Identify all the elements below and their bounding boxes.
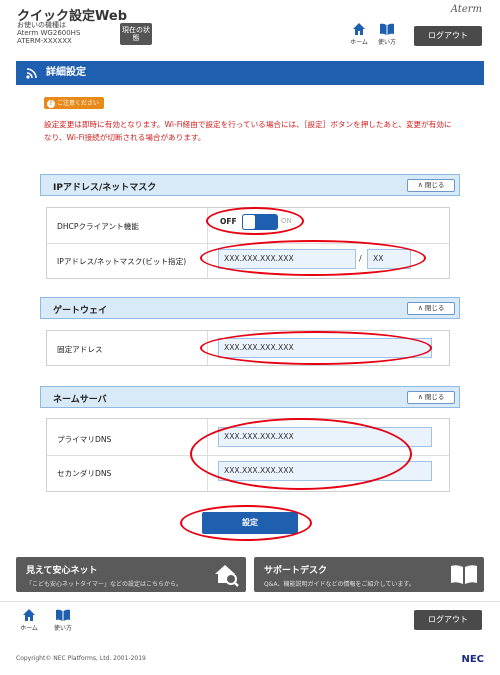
section-header-dns: ネームサーバ ∧ 閉じる — [40, 386, 460, 408]
book-icon — [451, 565, 477, 584]
footer-logout-button[interactable]: ログアウト — [414, 610, 482, 630]
help-button[interactable]: 使い方 — [374, 22, 400, 50]
dhcp-toggle[interactable]: OFF ON — [218, 212, 300, 232]
toggle-off-label: OFF — [220, 217, 237, 226]
home-button[interactable]: ホーム — [346, 22, 372, 50]
notice: ! ご注意ください 設定変更は即時に有効となります。Wi-Fi経由で設定を行ってい… — [44, 97, 458, 144]
device-model: Aterm WG2600HS — [17, 29, 81, 37]
book-icon — [380, 23, 394, 35]
chevron-up-icon: ∧ — [417, 181, 423, 189]
device-label: お使いの機種は — [17, 21, 66, 29]
book-icon — [56, 609, 70, 621]
netmask-input[interactable]: XX — [367, 249, 411, 269]
net-banner[interactable]: 見えて安心ネット 「こども安心ネットタイマー」などの設定はこちらから。 — [16, 557, 246, 592]
support-banner-title: サポートデスク — [264, 566, 328, 576]
close-button-gateway[interactable]: ∧ 閉じる — [407, 302, 455, 315]
support-banner[interactable]: サポートデスク Q&A、機能説明ガイドなどの情報をご紹介しています。 — [254, 557, 484, 592]
secondary-dns-label: セカンダリDNS — [57, 469, 112, 478]
net-banner-title: 見えて安心ネット — [26, 566, 98, 576]
section-title-ip: IPアドレス/ネットマスク — [53, 183, 157, 193]
page-title-bar: 詳細設定 — [16, 61, 484, 85]
home-search-icon — [215, 565, 239, 587]
warning-icon: ! — [47, 100, 55, 108]
help-label: 使い方 — [377, 39, 396, 46]
section-title-gateway: ゲートウェイ — [53, 306, 108, 316]
submit-button[interactable]: 設定 — [202, 512, 298, 534]
ip-address-input[interactable]: XXX.XXX.XXX.XXX — [218, 249, 356, 269]
section-header-ip: IPアドレス/ネットマスク ∧ 閉じる — [40, 174, 460, 196]
close-label: 閉じる — [424, 181, 445, 189]
nec-logo: NEC — [461, 654, 484, 665]
page-title: 詳細設定 — [46, 67, 86, 78]
gateway-address-input[interactable]: XXX.XXX.XXX.XXX — [218, 338, 432, 358]
logout-button[interactable]: ログアウト — [414, 26, 482, 46]
device-id: ATERM-XXXXXX — [17, 37, 72, 45]
net-banner-sub: 「こども安心ネットタイマー」などの設定はこちらから。 — [26, 581, 183, 588]
close-button-dns[interactable]: ∧ 閉じる — [407, 391, 455, 404]
support-banner-sub: Q&A、機能説明ガイドなどの情報をご紹介しています。 — [264, 581, 415, 588]
column-divider — [207, 331, 208, 365]
ip-label: IPアドレス/ネットマスク(ビット指定) — [57, 257, 187, 266]
mask-separator: / — [359, 254, 362, 263]
toggle-knob — [242, 214, 256, 230]
section-title-dns: ネームサーバ — [53, 395, 107, 405]
section-header-gateway: ゲートウェイ ∧ 閉じる — [40, 297, 460, 319]
footer-home-button[interactable]: ホーム — [16, 608, 42, 636]
notice-badge: ! ご注意ください — [44, 97, 105, 109]
brand-logo: Aterm — [450, 4, 482, 15]
footer-home-label: ホーム — [20, 625, 38, 632]
footer-help-label: 使い方 — [53, 625, 72, 632]
primary-dns-input[interactable]: XXX.XXX.XXX.XXX — [218, 427, 432, 447]
header: クイック設定Web お使いの機種は Aterm WG2600HS ATERM-X… — [0, 0, 500, 52]
row-divider — [47, 243, 449, 244]
footer-help-button[interactable]: 使い方 — [50, 608, 76, 636]
close-button-ip[interactable]: ∧ 閉じる — [407, 179, 455, 192]
notice-text: 設定変更は即時に有効となります。Wi-Fi経由で設定を行っている場合には、［設定… — [44, 120, 452, 142]
primary-dns-label: プライマリDNS — [57, 435, 112, 444]
home-icon — [353, 23, 365, 35]
row-divider — [47, 455, 449, 456]
home-label: ホーム — [350, 39, 368, 46]
chevron-up-icon: ∧ — [417, 304, 423, 312]
status-button[interactable]: 現在の状態 — [120, 23, 152, 45]
notice-badge-label: ご注意ください — [57, 100, 100, 107]
secondary-dns-input[interactable]: XXX.XXX.XXX.XXX — [218, 461, 432, 481]
wifi-icon — [26, 68, 37, 79]
close-label: 閉じる — [424, 304, 445, 312]
chevron-up-icon: ∧ — [417, 393, 423, 401]
footer-divider — [0, 601, 500, 602]
fixed-address-label: 固定アドレス — [57, 345, 103, 354]
home-icon — [23, 609, 35, 621]
dhcp-label: DHCPクライアント機能 — [57, 222, 139, 231]
toggle-on-label: ON — [281, 217, 292, 225]
device-info: お使いの機種は Aterm WG2600HS ATERM-XXXXXX — [17, 21, 80, 45]
copyright: Copyright© NEC Platforms, Ltd. 2001-2019 — [16, 655, 146, 662]
close-label: 閉じる — [424, 393, 445, 401]
